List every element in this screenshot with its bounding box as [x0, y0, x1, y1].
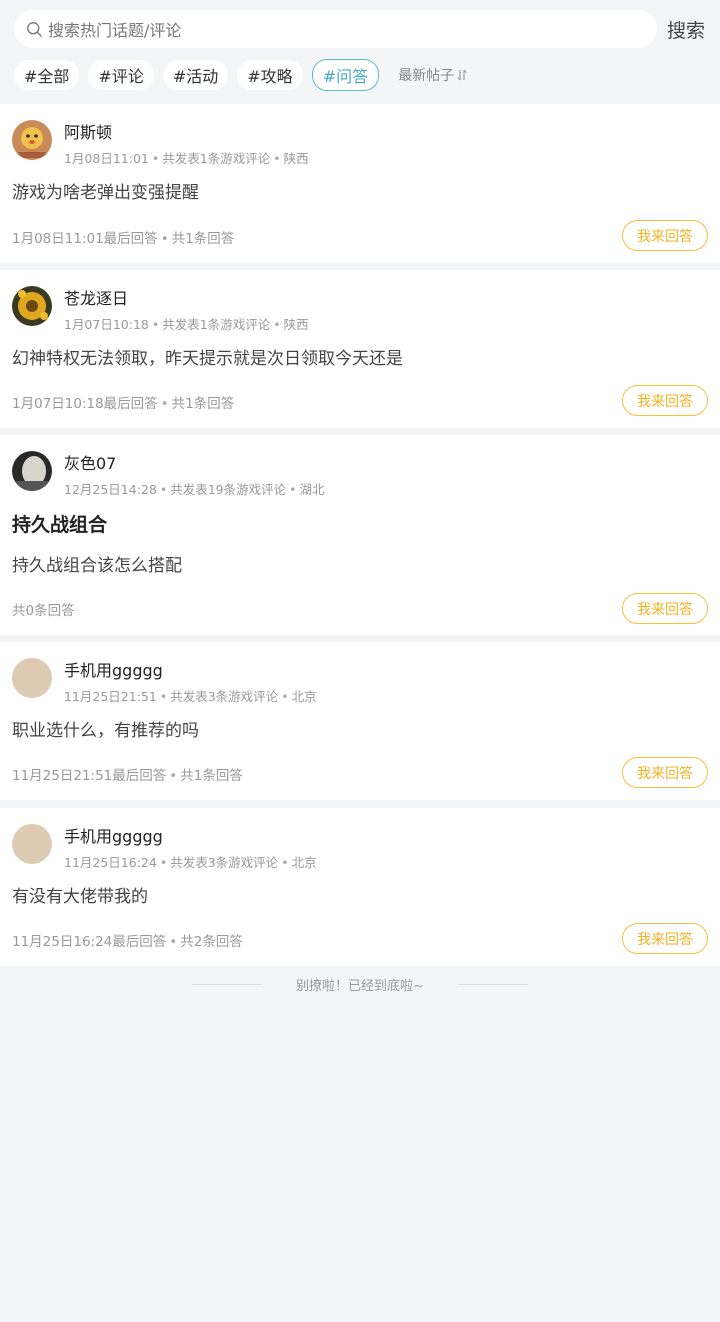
post-footer: 11月25日16:24最后回答 • 共2条回答 — [12, 934, 243, 950]
sort-button[interactable]: 最新帖子 — [398, 65, 467, 85]
answer-button[interactable]: 我来回答 — [622, 923, 708, 954]
last-reply-time: 11月25日21:51最后回答 — [12, 768, 167, 784]
header: 搜索热门话题/评论 搜索 #全部 #评论 #活动 #攻略 #问答 最新帖子 — [0, 0, 720, 104]
post-region: 湖北 — [299, 482, 325, 497]
last-reply-time: 11月25日16:24最后回答 — [12, 934, 167, 950]
post-footer: 共0条回答 — [12, 599, 75, 619]
username[interactable]: 手机用ggggg — [64, 823, 163, 847]
username[interactable]: 灰色07 — [64, 450, 116, 474]
post-user-stats: 共发表19条游戏评论 — [170, 482, 287, 497]
post-meta: 1月07日10:18 • 共发表1条游戏评论 • 陕西 — [64, 317, 309, 332]
post-user-stats: 共发表3条游戏评论 — [170, 689, 279, 704]
post-title[interactable]: 持久战组合 — [12, 510, 107, 537]
post-card[interactable]: 手机用ggggg 11月25日16:24 • 共发表3条游戏评论 • 北京 有没有大佬带… — [0, 808, 720, 966]
post-region: 北京 — [291, 689, 317, 704]
post-content[interactable]: 持久战组合该怎么搭配 — [12, 551, 182, 576]
tag-filter-row: #全部 #评论 #活动 #攻略 #问答 最新帖子 — [14, 59, 708, 91]
search-icon — [27, 21, 42, 37]
reply-count: 共1条回答 — [180, 768, 243, 784]
tag-guide[interactable]: #攻略 — [237, 60, 303, 90]
post-date: 11月25日21:51 — [64, 689, 157, 704]
avatar[interactable] — [12, 824, 52, 864]
post-footer: 11月25日21:51最后回答 • 共1条回答 — [12, 768, 243, 784]
sort-label: 最新帖子 — [398, 68, 455, 84]
avatar[interactable] — [12, 658, 52, 698]
post-date: 11月25日16:24 — [64, 855, 157, 870]
username[interactable]: 阿斯顿 — [64, 119, 112, 143]
search-placeholder: 搜索热门话题/评论 — [48, 21, 182, 40]
answer-button[interactable]: 我来回答 — [622, 757, 708, 788]
post-region: 陕西 — [283, 317, 309, 332]
divider-line — [457, 984, 528, 985]
post-user-stats: 共发表1条游戏评论 — [162, 317, 271, 332]
answer-button[interactable]: 我来回答 — [622, 385, 708, 416]
end-of-list-text: 别撩啦！已经到底啦~ — [296, 979, 424, 994]
post-date: 12月25日14:28 — [64, 482, 157, 497]
reply-count: 共1条回答 — [171, 231, 235, 247]
search-button[interactable]: 搜索 — [667, 16, 705, 43]
answer-button[interactable]: 我来回答 — [622, 593, 708, 624]
post-region: 北京 — [291, 855, 317, 870]
avatar[interactable] — [12, 120, 52, 160]
post-meta: 1月08日11:01 • 共发表1条游戏评论 • 陕西 — [64, 151, 309, 166]
post-meta: 11月25日16:24 • 共发表3条游戏评论 • 北京 — [64, 855, 317, 870]
username[interactable]: 手机用ggggg — [64, 657, 163, 681]
search-row: 搜索热门话题/评论 搜索 — [14, 10, 708, 48]
post-date: 1月07日10:18 — [64, 317, 149, 332]
post-card[interactable]: 苍龙逐日 1月07日10:18 • 共发表1条游戏评论 • 陕西 幻神特权无法领取，昨天… — [0, 270, 720, 428]
reply-count: 共2条回答 — [180, 934, 243, 950]
last-reply-time: 1月08日11:01最后回答 — [12, 231, 158, 247]
post-content[interactable]: 有没有大佬带我的 — [12, 882, 148, 907]
post-content[interactable]: 游戏为啥老弹出变强提醒 — [12, 178, 199, 203]
post-card[interactable]: 阿斯顿 1月08日11:01 • 共发表1条游戏评论 • 陕西 游戏为啥老弹出变强提醒 … — [0, 104, 720, 263]
post-footer: 1月08日11:01最后回答 • 共1条回答 — [12, 231, 235, 247]
reply-count: 共0条回答 — [12, 603, 75, 619]
post-content[interactable]: 幻神特权无法领取，昨天提示就是次日领取今天还是 — [12, 344, 403, 369]
tag-review[interactable]: #评论 — [88, 60, 154, 90]
post-card[interactable]: 手机用ggggg 11月25日21:51 • 共发表3条游戏评论 • 北京 职业选什么，… — [0, 642, 720, 800]
post-user-stats: 共发表3条游戏评论 — [170, 855, 279, 870]
post-date: 1月08日11:01 — [64, 151, 149, 166]
post-content[interactable]: 职业选什么，有推荐的吗 — [12, 716, 199, 741]
reply-count: 共1条回答 — [171, 396, 235, 412]
search-input[interactable]: 搜索热门话题/评论 — [14, 10, 657, 48]
username[interactable]: 苍龙逐日 — [64, 285, 128, 309]
avatar[interactable] — [12, 286, 52, 326]
last-reply-time: 1月07日10:18最后回答 — [12, 396, 158, 412]
tag-qa[interactable]: #问答 — [311, 59, 380, 91]
post-meta: 12月25日14:28 • 共发表19条游戏评论 • 湖北 — [64, 482, 325, 497]
divider-line — [192, 984, 263, 985]
post-meta: 11月25日21:51 • 共发表3条游戏评论 • 北京 — [64, 689, 317, 704]
answer-button[interactable]: 我来回答 — [622, 220, 708, 251]
tag-activity[interactable]: #活动 — [162, 60, 229, 90]
post-user-stats: 共发表1条游戏评论 — [162, 151, 271, 166]
sort-icon — [457, 69, 467, 81]
tag-all[interactable]: #全部 — [14, 60, 80, 90]
post-footer: 1月07日10:18最后回答 • 共1条回答 — [12, 396, 235, 412]
avatar[interactable] — [12, 451, 52, 491]
post-region: 陕西 — [283, 151, 309, 166]
end-of-list: 别撩啦！已经到底啦~ — [0, 975, 720, 994]
post-card[interactable]: 灰色07 12月25日14:28 • 共发表19条游戏评论 • 湖北 持久战组合 持久战… — [0, 435, 720, 635]
